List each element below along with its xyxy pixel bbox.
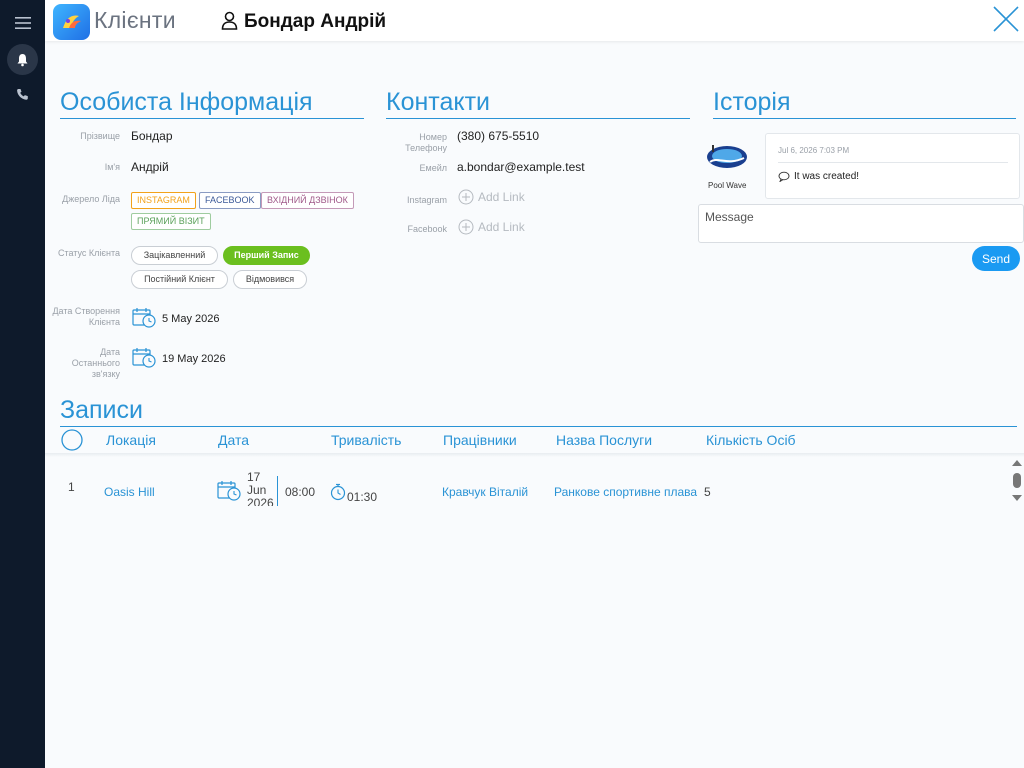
lead-tag-direct-visit[interactable]: ПРЯМИЙ ВІЗИТ bbox=[131, 213, 211, 230]
table-header-divider bbox=[45, 453, 1024, 457]
column-duration[interactable]: Тривалість bbox=[331, 432, 401, 448]
history-title: Історія bbox=[713, 88, 1016, 119]
instagram-label: Instagram bbox=[406, 195, 447, 205]
send-button[interactable]: Send bbox=[972, 246, 1020, 271]
created-date-value: 5 May 2026 bbox=[162, 313, 220, 325]
comment-icon bbox=[778, 171, 790, 182]
app-logo bbox=[53, 4, 90, 40]
lead-tag-facebook[interactable]: FACEBOOK bbox=[199, 192, 261, 209]
email-label: Емейл bbox=[419, 163, 447, 173]
message-input[interactable] bbox=[698, 204, 1024, 243]
column-service[interactable]: Назва Послуги bbox=[556, 432, 652, 448]
menu-icon[interactable] bbox=[7, 7, 38, 38]
history-divider bbox=[778, 162, 1008, 163]
status-refused[interactable]: Відмовився bbox=[233, 270, 307, 289]
history-entry-message: It was created! bbox=[778, 171, 859, 182]
row-index: 1 bbox=[68, 480, 75, 494]
instagram-add-link[interactable]: Add Link bbox=[458, 189, 525, 205]
row-date: 17 Jun 2026 bbox=[247, 471, 275, 506]
history-entry-text: It was created! bbox=[794, 171, 860, 182]
calendar-clock-icon bbox=[132, 347, 157, 374]
phone-label: Номер Телефону bbox=[405, 132, 447, 153]
client-name: Бондар Андрій bbox=[244, 11, 387, 32]
column-location[interactable]: Локація bbox=[106, 432, 156, 448]
add-link-label: Add Link bbox=[478, 220, 525, 234]
history-entry-date: Jul 6, 2026 7:03 PM bbox=[778, 146, 850, 155]
lead-source-label: Джерело Ліда bbox=[62, 194, 120, 204]
last-contact-value: 19 May 2026 bbox=[162, 353, 226, 365]
last-contact-label: Дата Останнього зв'язку bbox=[71, 347, 120, 379]
column-people-count[interactable]: Кількість Осіб bbox=[706, 432, 796, 448]
name-value: Андрій bbox=[131, 160, 169, 174]
contacts-title: Контакти bbox=[386, 88, 690, 119]
row-date-year: 2026 bbox=[247, 496, 274, 507]
email-value[interactable]: a.bondar@example.test bbox=[457, 160, 585, 174]
date-time-divider bbox=[277, 476, 278, 506]
table-scrollbar[interactable] bbox=[1010, 458, 1024, 506]
history-entry: Jul 6, 2026 7:03 PM It was created! bbox=[765, 133, 1020, 199]
user-icon bbox=[221, 11, 238, 35]
status-first-record[interactable]: Перший Запис bbox=[223, 246, 310, 265]
stopwatch-icon bbox=[330, 483, 346, 506]
records-title: Записи bbox=[60, 396, 1017, 427]
add-link-label: Add Link bbox=[478, 190, 525, 204]
calendar-clock-icon bbox=[132, 307, 157, 334]
name-label: Ім'я bbox=[104, 162, 120, 172]
bell-icon[interactable] bbox=[7, 44, 38, 75]
history-author: Pool Wave bbox=[708, 181, 747, 190]
phone-icon[interactable] bbox=[7, 79, 38, 110]
row-location[interactable]: Oasis Hill bbox=[104, 485, 155, 499]
close-icon[interactable] bbox=[990, 3, 1022, 35]
row-service[interactable]: Ранкове спортивне плава bbox=[554, 485, 699, 499]
row-employee[interactable]: Кравчук Віталій bbox=[442, 485, 528, 499]
column-date[interactable]: Дата bbox=[218, 432, 249, 448]
facebook-label: Facebook bbox=[407, 224, 447, 234]
lead-tag-instagram[interactable]: INSTAGRAM bbox=[131, 192, 196, 209]
phone-value[interactable]: (380) 675-5510 bbox=[457, 129, 539, 143]
left-rail bbox=[0, 0, 45, 768]
created-date-label: Дата Створення Клієнта bbox=[52, 306, 120, 327]
pool-wave-logo bbox=[704, 142, 750, 172]
status-label: Статус Клієнта bbox=[57, 248, 120, 258]
row-time: 08:00 bbox=[285, 485, 316, 499]
row-duration: 01:30 bbox=[347, 490, 378, 504]
top-bar: Клієнти Бондар Андрій bbox=[45, 0, 1024, 41]
select-all-checkbox[interactable] bbox=[61, 429, 83, 456]
row-people-count: 5 bbox=[704, 485, 711, 499]
surname-label: Прізвище bbox=[80, 131, 120, 141]
personal-info-title: Особиста Інформація bbox=[60, 88, 364, 119]
surname-value: Бондар bbox=[131, 129, 173, 143]
status-regular-client[interactable]: Постійний Клієнт bbox=[131, 270, 228, 289]
column-employees[interactable]: Працівники bbox=[443, 432, 517, 448]
app-title: Клієнти bbox=[94, 7, 176, 33]
status-interested[interactable]: Зацікавленний bbox=[131, 246, 218, 265]
plus-circle-icon bbox=[458, 219, 474, 235]
calendar-clock-icon bbox=[217, 480, 242, 507]
lead-tag-incoming-call[interactable]: ВХІДНИЙ ДЗВІНОК bbox=[261, 192, 354, 209]
facebook-add-link[interactable]: Add Link bbox=[458, 219, 525, 235]
plus-circle-icon bbox=[458, 189, 474, 205]
